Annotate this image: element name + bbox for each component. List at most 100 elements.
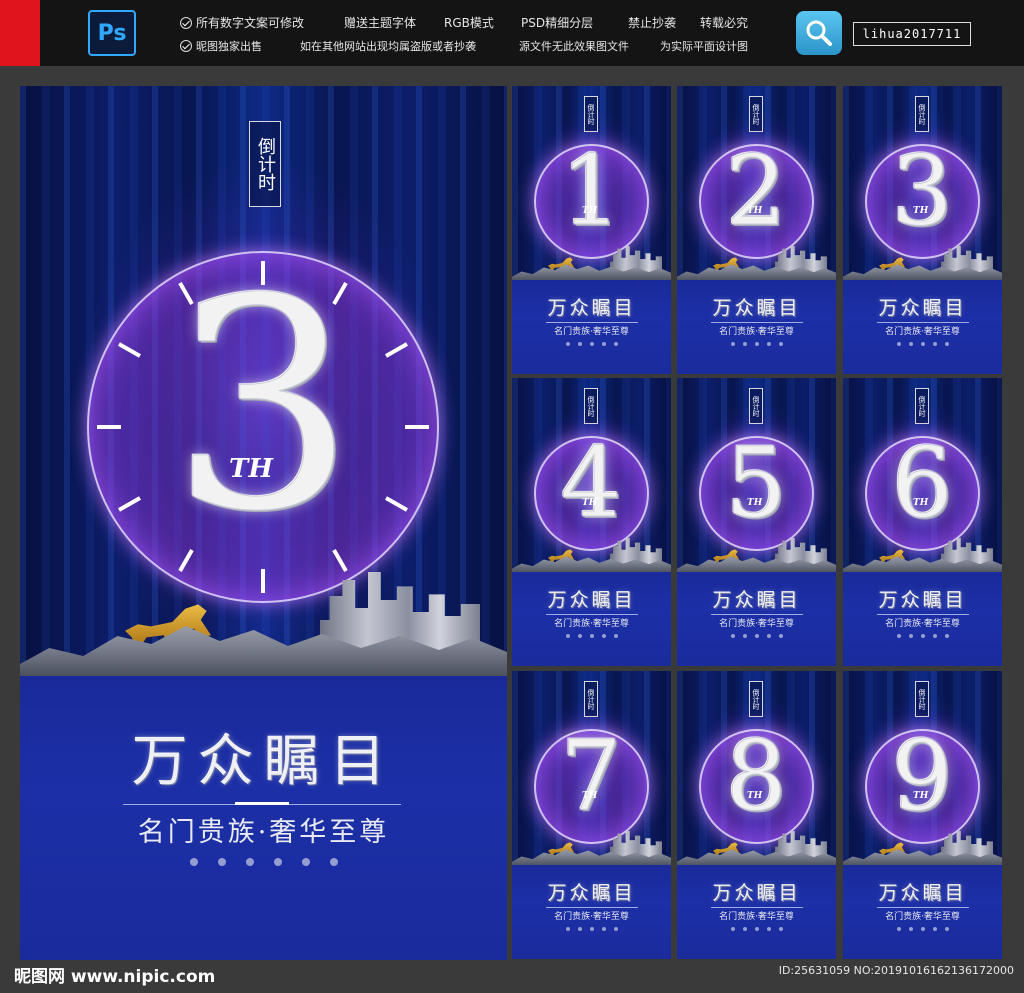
feature-item: 赠送主题字体: [344, 14, 416, 31]
th-suffix: TH: [229, 454, 273, 484]
thumbnail-poster[interactable]: 倒计时 6 TH 万众瞩目 名门贵族·奢华至尊: [843, 378, 1002, 666]
feature-icons: [843, 927, 1002, 931]
thumbnail-poster[interactable]: 倒计时 8 TH 万众瞩目 名门贵族·奢华至尊: [677, 671, 836, 959]
thumbnail-poster[interactable]: 倒计时 7 TH 万众瞩目 名门贵族·奢华至尊: [512, 671, 671, 959]
th-suffix: TH: [913, 206, 929, 216]
countdown-number: 2: [725, 135, 787, 247]
thumbnail-poster[interactable]: 倒计时 1 TH 万众瞩目 名门贵族·奢华至尊: [512, 86, 671, 374]
countdown-tag: 倒计时: [749, 388, 763, 424]
feature-item: 如在其他网站出现均属盗版或者抄袭: [300, 38, 476, 54]
feature-icons: [512, 634, 671, 638]
thumbnail-poster[interactable]: 倒计时 5 TH 万众瞩目 名门贵族·奢华至尊: [677, 378, 836, 666]
countdown-tag: 倒计时: [749, 681, 763, 717]
headline: 万众瞩目: [547, 297, 636, 319]
divider-line: [877, 322, 969, 323]
countdown-number: 8: [725, 720, 787, 832]
feature-dot-icon: [766, 927, 771, 931]
headline: 万众瞩目: [878, 882, 967, 904]
feature-dot-icon: [577, 927, 582, 931]
feature-item: 禁止抄袭: [628, 14, 676, 31]
feature-dot-icon: [613, 342, 618, 346]
subheadline: 名门贵族·奢华至尊: [554, 619, 629, 629]
countdown-number: 4: [560, 427, 622, 539]
feature-dot-icon: [920, 927, 925, 931]
feature-icons: [20, 858, 507, 866]
feature-dot-icon: [896, 927, 901, 931]
divider-line: [546, 907, 638, 908]
countdown-tag: 倒计时: [915, 96, 929, 132]
feature-dot-icon: [245, 858, 254, 866]
thumbnail-poster[interactable]: 倒计时 2 TH 万众瞩目 名门贵族·奢华至尊: [677, 86, 836, 374]
feature-dot-icon: [742, 634, 747, 638]
feature-dot-icon: [944, 342, 949, 346]
thumbnail-poster[interactable]: 倒计时 9 TH 万众瞩目 名门贵族·奢华至尊: [843, 671, 1002, 959]
headline: 万众瞩目: [131, 729, 396, 794]
feature-dot-icon: [944, 927, 949, 931]
thumbnail-poster[interactable]: 倒计时 4 TH 万众瞩目 名门贵族·奢华至尊: [512, 378, 671, 666]
feature-dot-icon: [908, 634, 913, 638]
author-tag[interactable]: lihua2017711: [853, 22, 971, 46]
thumbnail-poster[interactable]: 倒计时 3 TH 万众瞩目 名门贵族·奢华至尊: [843, 86, 1002, 374]
photoshop-label: Ps: [97, 20, 127, 46]
divider-line: [877, 614, 969, 615]
countdown-number: 1: [560, 135, 622, 247]
countdown-tag: 倒计时: [915, 681, 929, 717]
feature-icons: [512, 342, 671, 346]
feature-icons: [677, 927, 836, 931]
feature-dot-icon: [778, 342, 783, 346]
countdown-tag: 倒计时: [749, 96, 763, 132]
feature-item: 昵图独家出售: [180, 38, 262, 54]
countdown-tag-label: 倒计时: [752, 688, 760, 710]
site-logo[interactable]: 昵图网 www.nipic.com: [14, 962, 215, 987]
feature-dot-icon: [920, 634, 925, 638]
photoshop-icon: Ps: [88, 10, 136, 56]
feature-dot-icon: [908, 342, 913, 346]
feature-dot-icon: [217, 858, 226, 866]
brand-strip: [0, 0, 40, 66]
subheadline: 名门贵族·奢华至尊: [719, 619, 794, 629]
feature-dot-icon: [766, 634, 771, 638]
feature-item: 所有数字文案可修改: [180, 14, 304, 31]
feature-dot-icon: [730, 927, 735, 931]
feature-label: 转载必究: [700, 16, 749, 30]
feature-dot-icon: [577, 342, 582, 346]
subheadline: 名门贵族·奢华至尊: [719, 912, 794, 922]
feature-dot-icon: [730, 342, 735, 346]
feature-label: 所有数字文案可修改: [196, 16, 305, 30]
th-suffix: TH: [582, 206, 598, 216]
search-button[interactable]: [796, 11, 842, 55]
feature-dot-icon: [589, 927, 594, 931]
headline: 万众瞩目: [878, 589, 967, 611]
feature-dot-icon: [613, 634, 618, 638]
main-poster[interactable]: 倒计时 3 TH 万众瞩目 名门贵族·奢华至尊: [20, 86, 507, 960]
feature-dot-icon: [601, 634, 606, 638]
countdown-tag: 倒计时: [915, 388, 929, 424]
headline: 万众瞩目: [547, 882, 636, 904]
divider-line: [546, 614, 638, 615]
feature-dot-icon: [778, 634, 783, 638]
feature-label: 赠送主题字体: [344, 16, 417, 30]
divider-line: [546, 322, 638, 323]
feature-dot-icon: [577, 634, 582, 638]
feature-icons: [677, 342, 836, 346]
th-suffix: TH: [747, 206, 763, 216]
feature-dot-icon: [896, 342, 901, 346]
countdown-tag: 倒计时: [249, 121, 281, 207]
feature-icons: [843, 634, 1002, 638]
countdown-tag: 倒计时: [584, 681, 598, 717]
feature-dot-icon: [932, 342, 937, 346]
headline: 万众瞩目: [712, 882, 801, 904]
feature-dot-icon: [730, 634, 735, 638]
feature-dot-icon: [742, 927, 747, 931]
check-icon: [180, 17, 192, 29]
headline: 万众瞩目: [712, 297, 801, 319]
feature-label: 如在其他网站出现均属盗版或者抄袭: [300, 40, 476, 53]
feature-dot-icon: [908, 927, 913, 931]
th-suffix: TH: [913, 498, 929, 508]
headline: 万众瞩目: [712, 589, 801, 611]
feature-item: PSD精细分层: [521, 14, 593, 31]
feature-dot-icon: [932, 927, 937, 931]
countdown-number: 9: [891, 720, 953, 832]
countdown-number: 7: [560, 720, 622, 832]
divider-line: [711, 322, 803, 323]
